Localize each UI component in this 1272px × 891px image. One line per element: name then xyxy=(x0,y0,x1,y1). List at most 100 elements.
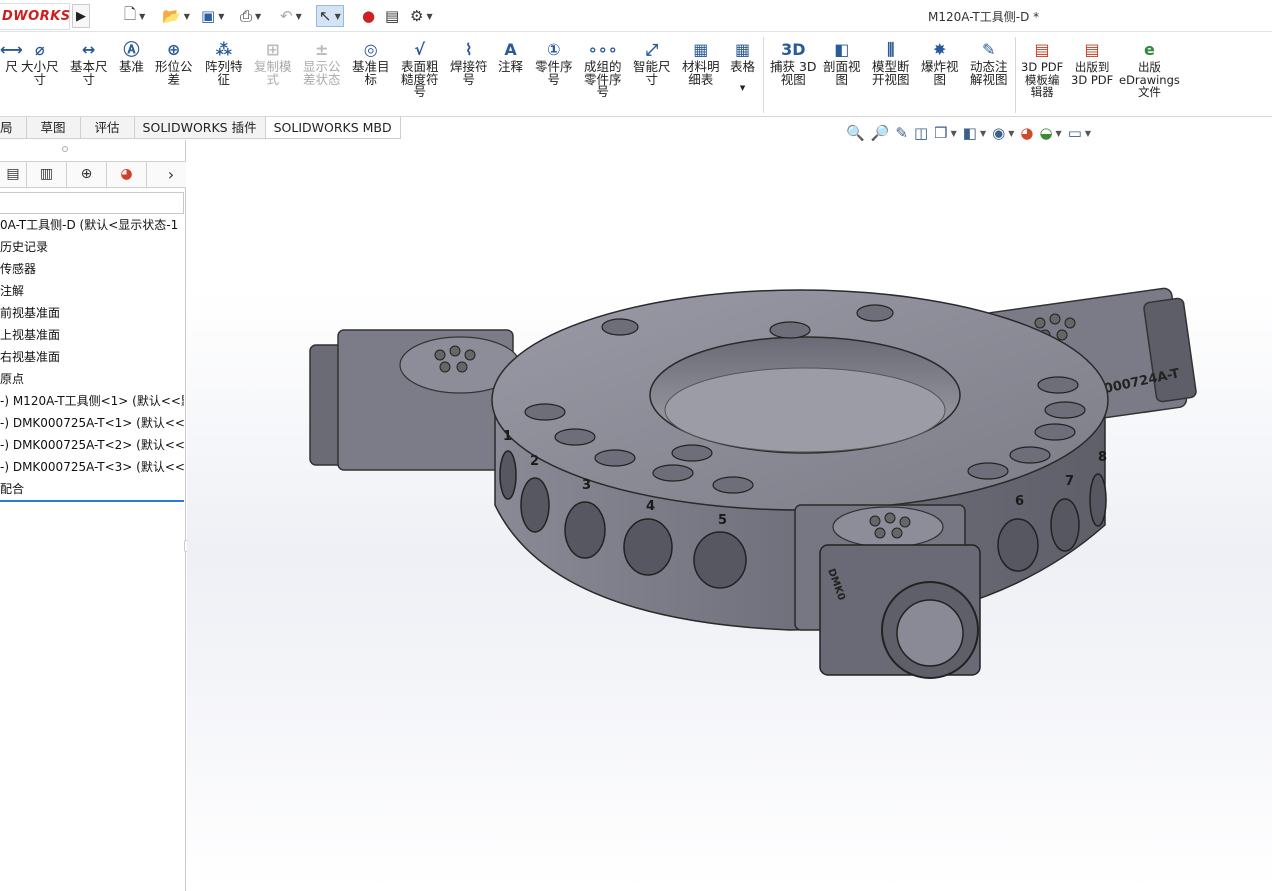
chevron-down-icon[interactable]: ▼ xyxy=(740,82,745,95)
zoom-to-fit-icon[interactable]: 🔍 xyxy=(846,124,865,142)
logo-suffix: WORKS xyxy=(13,9,71,24)
basic-dimension-button[interactable]: ↔ 基本尺 寸 xyxy=(70,39,108,86)
section-view-button[interactable]: ◧ 剖面视 图 xyxy=(823,39,861,86)
3d-model-tool-changer[interactable]: 000724A-T 1 2 3 4 5 6 7 8 DMK0 xyxy=(290,275,1210,695)
tree-item-annotations[interactable]: 注解 xyxy=(0,280,184,302)
dimension-button[interactable]: ⟷ 尺 xyxy=(0,39,23,74)
expand-menu-arrow-icon[interactable]: ▶ xyxy=(72,4,90,28)
view-settings-icon[interactable]: ▭ xyxy=(1068,124,1082,142)
geometric-tolerance-label: 形位公 差 xyxy=(155,59,193,87)
chevron-down-icon[interactable]: ▼ xyxy=(1056,129,1062,138)
configuration-manager-icon[interactable]: ⊕ xyxy=(67,162,107,187)
tree-item-right-plane[interactable]: 右视基准面 xyxy=(0,346,184,368)
rollback-bar[interactable] xyxy=(0,500,184,502)
copy-scheme-button[interactable]: ⊞ 复制模 式 xyxy=(254,39,292,86)
tree-item-component[interactable]: -) M120A-T工具侧<1> (默认<<默 xyxy=(0,390,184,412)
stacked-balloon-button[interactable]: ∘∘∘ 成组的 零件序 号 xyxy=(584,39,622,99)
tree-item-assembly[interactable]: 0A-T工具侧-D (默认<显示状态-1 xyxy=(0,214,184,236)
tolerance-status-button[interactable]: ± 显示公 差状态 xyxy=(303,39,341,86)
chevron-down-icon[interactable]: ▼ xyxy=(951,129,957,138)
size-dimension-label: 大小尺 寸 xyxy=(21,59,59,87)
surface-finish-button[interactable]: √ 表面粗 糙度符 号 xyxy=(401,39,439,99)
chevron-down-icon[interactable]: ▼ xyxy=(139,12,145,21)
more-chevron-icon[interactable]: › xyxy=(156,162,186,187)
chevron-down-icon[interactable]: ▼ xyxy=(1085,129,1091,138)
display-style-icon[interactable]: ◧ xyxy=(963,124,977,142)
select-button[interactable]: ↖ ▼ xyxy=(316,5,344,27)
tree-item-origin[interactable]: 原点 xyxy=(0,368,184,390)
exploded-view-button[interactable]: ✸ 爆炸视 图 xyxy=(921,39,959,86)
chevron-down-icon[interactable]: ▼ xyxy=(335,12,341,21)
pattern-feature-button[interactable]: ⁂ 阵列特 征 xyxy=(205,39,243,86)
chevron-down-icon[interactable]: ▼ xyxy=(255,12,261,21)
view-orientation-icon[interactable]: ❒ xyxy=(934,124,947,142)
window-title: M120A-T工具侧-D * xyxy=(928,10,1040,24)
panel-grip[interactable] xyxy=(62,146,68,152)
tree-item-component[interactable]: -) DMK000725A-T<1> (默认<<默 xyxy=(0,412,184,434)
property-manager-icon[interactable]: ▥ xyxy=(27,162,67,187)
feature-manager-icon[interactable]: ▤ xyxy=(0,162,27,187)
table-icon: ▦ xyxy=(734,40,751,59)
display-manager-icon[interactable]: ◕ xyxy=(107,162,147,187)
edrawings-button[interactable]: e 出版 eDrawings 文件 xyxy=(1119,39,1180,99)
new-document-button[interactable]: 🗋 ▼ xyxy=(124,5,145,27)
open-button[interactable]: 📂 ▼ xyxy=(162,5,190,27)
note-button[interactable]: A 注释 xyxy=(498,39,523,74)
capture-3d-view-button[interactable]: 3D 捕获 3D 视图 xyxy=(770,39,817,86)
chevron-down-icon[interactable]: ▼ xyxy=(184,12,190,21)
chevron-down-icon[interactable]: ▼ xyxy=(980,129,986,138)
chevron-down-icon[interactable]: ▼ xyxy=(218,12,224,21)
save-button[interactable]: ▣ ▼ xyxy=(201,5,224,27)
tab-solidworks-addins[interactable]: SOLIDWORKS 插件 xyxy=(134,117,266,139)
rebuild-button[interactable]: ● xyxy=(362,5,375,27)
solidworks-logo[interactable]: DWORKS xyxy=(0,3,70,30)
bill-of-materials-button[interactable]: ▦ 材料明 细表 xyxy=(682,39,720,86)
size-dimension-icon: ⌀ xyxy=(34,40,45,59)
chevron-down-icon[interactable]: ▼ xyxy=(296,12,302,21)
hide-show-items-icon[interactable]: ◉ xyxy=(992,124,1005,142)
weld-symbol-button[interactable]: ⌇ 焊接符 号 xyxy=(450,39,488,86)
tree-item-component[interactable]: -) DMK000725A-T<3> (默认<<默 xyxy=(0,456,184,478)
balloon-button[interactable]: ① 零件序 号 xyxy=(535,39,573,86)
tree-item-mates[interactable]: 配合 xyxy=(0,478,184,500)
dynamic-annotation-view-button[interactable]: ✎ 动态注 解视图 xyxy=(970,39,1008,86)
options-button[interactable]: ⚙ ▼ xyxy=(410,5,433,27)
stacked-balloon-label: 成组的 零件序 号 xyxy=(584,59,622,99)
tree-item-sensors[interactable]: 传感器 xyxy=(0,258,184,280)
section-view-icon[interactable]: ◫ xyxy=(914,124,928,142)
previous-view-icon[interactable]: ✎ xyxy=(895,124,908,142)
tab-layout[interactable]: 局 xyxy=(0,117,27,139)
tree-item-top-plane[interactable]: 上视基准面 xyxy=(0,324,184,346)
options-gear-icon: ⚙ xyxy=(410,7,424,25)
zoom-to-area-icon[interactable]: 🔎 xyxy=(871,124,890,142)
port-number: 7 xyxy=(1065,474,1074,489)
3d-pdf-template-button[interactable]: ▤ 3D PDF 模板编 辑器 xyxy=(1021,39,1063,99)
datum-target-button[interactable]: ◎ 基准目 标 xyxy=(352,39,390,86)
print-button[interactable]: ⎙ ▼ xyxy=(240,5,261,27)
tree-item-history[interactable]: 历史记录 xyxy=(0,236,184,258)
pattern-feature-label: 阵列特 征 xyxy=(205,59,243,87)
apply-scene-icon[interactable]: ◒ xyxy=(1039,124,1052,142)
tab-solidworks-mbd[interactable]: SOLIDWORKS MBD xyxy=(265,117,401,139)
file-properties-button[interactable]: ▤ xyxy=(385,5,399,27)
port-number: 4 xyxy=(646,499,655,514)
heads-up-view-toolbar: 🔍 🔎 ✎ ◫ ❒ ▼ ◧ ▼ ◉ ▼ ◕ ◒ ▼ ▭ ▼ xyxy=(846,122,1091,144)
undo-button[interactable]: ↶ ▼ xyxy=(280,5,302,27)
tree-item-front-plane[interactable]: 前视基准面 xyxy=(0,302,184,324)
edit-appearance-icon[interactable]: ◕ xyxy=(1020,124,1033,142)
tree-item-component[interactable]: -) DMK000725A-T<2> (默认<<默 xyxy=(0,434,184,456)
smart-dimension-button[interactable]: ⤢ 智能尺 寸 xyxy=(633,39,671,86)
size-dimension-button[interactable]: ⌀ 大小尺 寸 xyxy=(21,39,59,86)
tree-filter-input[interactable] xyxy=(0,192,184,214)
rebuild-traffic-light-icon: ● xyxy=(362,7,376,25)
geometric-tolerance-button[interactable]: ⊕ 形位公 差 xyxy=(155,39,193,86)
tab-evaluate[interactable]: 评估 xyxy=(80,117,135,139)
table-button[interactable]: ▦ 表格 ▼ xyxy=(730,39,755,94)
chevron-down-icon[interactable]: ▼ xyxy=(426,12,432,21)
open-folder-icon: 📂 xyxy=(162,7,181,25)
model-break-view-button[interactable]: ⫼ 模型断 开视图 xyxy=(872,39,910,86)
tab-sketch[interactable]: 草图 xyxy=(26,117,81,139)
datum-button[interactable]: Ⓐ 基准 xyxy=(119,39,144,74)
chevron-down-icon[interactable]: ▼ xyxy=(1008,129,1014,138)
publish-3d-pdf-button[interactable]: ▤ 出版到 3D PDF xyxy=(1071,39,1113,86)
